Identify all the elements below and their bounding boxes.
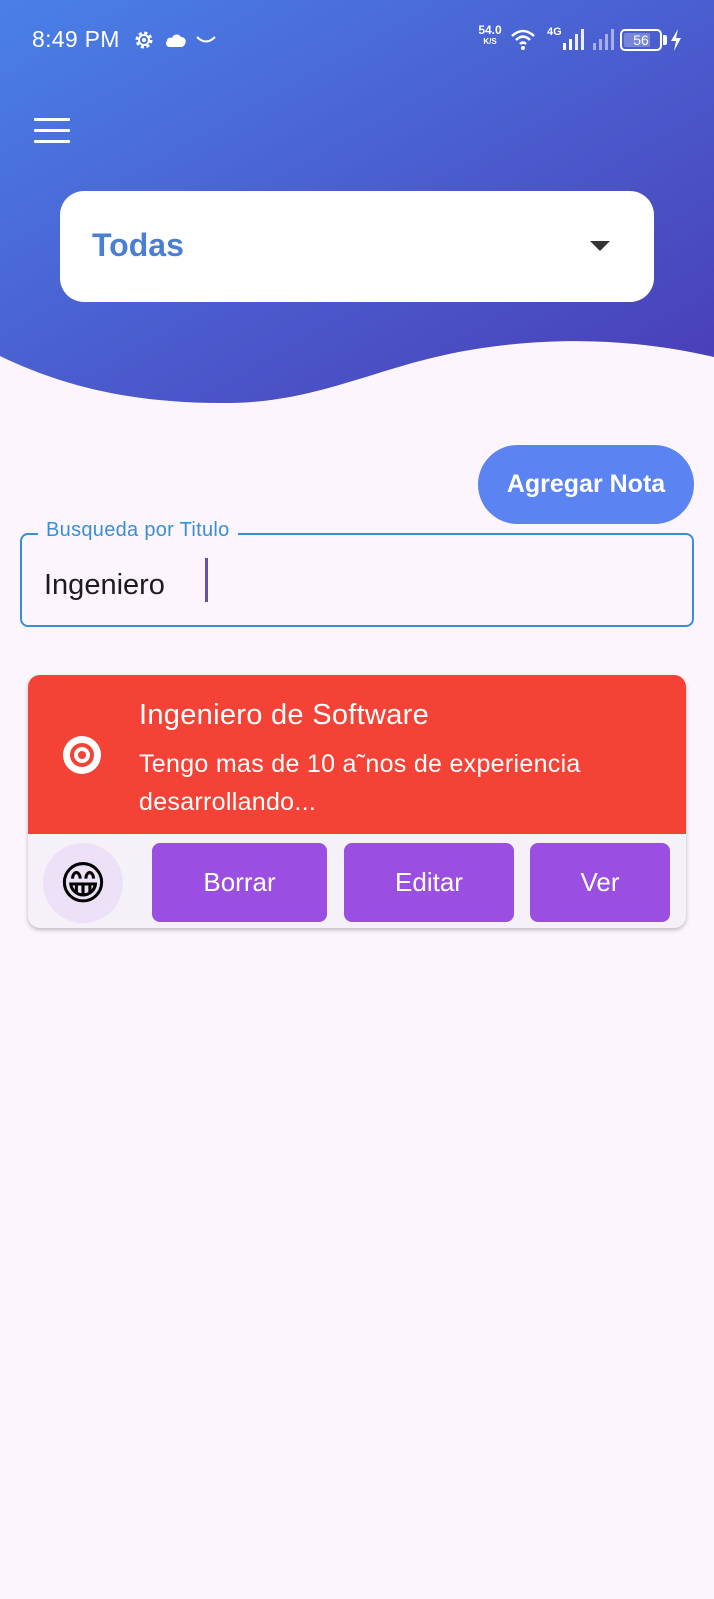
settings-icon <box>135 31 153 49</box>
search-label: Busqueda por Titulo <box>38 519 238 542</box>
status-bar: 8:49 PM 54.0 K/S 4G 56 <box>0 0 714 82</box>
category-dropdown[interactable]: Todas <box>60 191 654 302</box>
menu-icon[interactable] <box>34 118 74 150</box>
add-note-button[interactable]: Agregar Nota <box>478 445 694 524</box>
battery-level: 56 <box>633 32 649 48</box>
dropdown-selected-value: Todas <box>92 227 184 263</box>
note-emoji-avatar: 😁 <box>43 843 123 923</box>
radio-button-checked-icon[interactable] <box>62 735 102 775</box>
smile-notification-icon <box>196 36 216 43</box>
battery-nub <box>663 35 667 45</box>
network-speed: 54.0 K/S <box>478 23 502 46</box>
text-cursor <box>205 558 208 602</box>
status-time: 8:49 PM <box>32 26 120 52</box>
signal-strength-icon <box>563 29 584 50</box>
cloud-icon <box>166 34 186 47</box>
note-title: Ingeniero de Software <box>139 699 430 731</box>
search-input[interactable] <box>44 565 664 605</box>
charging-icon <box>671 29 681 51</box>
signal-strength-2-icon <box>593 29 614 50</box>
app-screen: 8:49 PM 54.0 K/S 4G 56 Todas Agregar Not… <box>0 0 714 1599</box>
note-card: Ingeniero de Software Tengo mas de 10 a˜… <box>28 675 686 928</box>
view-button[interactable]: Ver <box>530 843 670 922</box>
wifi-icon <box>511 29 535 50</box>
note-description: Tengo mas de 10 a˜nos de experiencia des… <box>139 750 581 816</box>
dropdown-arrow-icon <box>590 241 610 251</box>
edit-button[interactable]: Editar <box>344 843 514 922</box>
note-header[interactable]: Ingeniero de Software Tengo mas de 10 a˜… <box>28 675 686 834</box>
battery-indicator: 56 <box>620 29 662 51</box>
delete-button[interactable]: Borrar <box>152 843 327 922</box>
network-type: 4G <box>547 26 562 38</box>
search-field[interactable]: Busqueda por Titulo <box>20 519 694 627</box>
